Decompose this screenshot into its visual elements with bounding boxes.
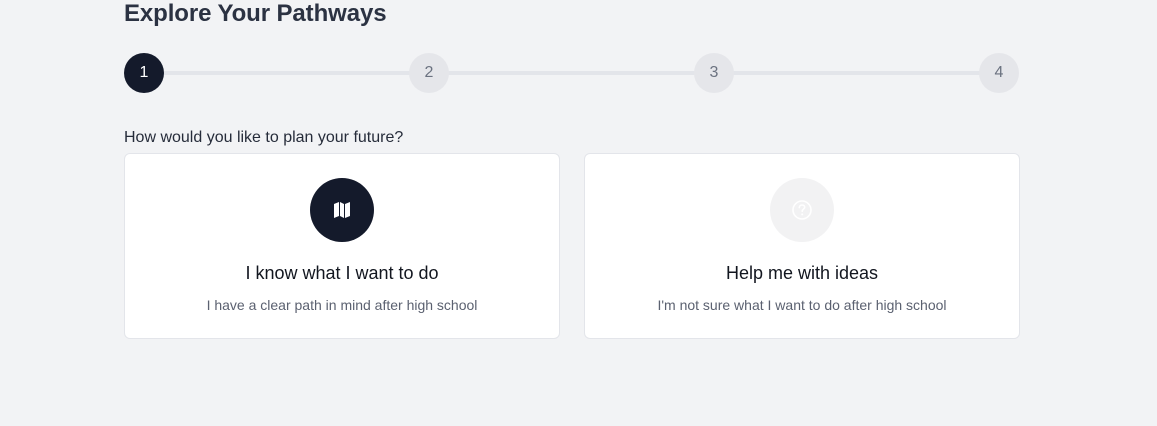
question-circle-icon <box>770 178 834 242</box>
option-title: I know what I want to do <box>245 263 439 283</box>
step-3[interactable]: 3 <box>694 53 734 93</box>
option-description: I'm not sure what I want to do after hig… <box>657 297 947 313</box>
step-1[interactable]: 1 <box>124 53 164 93</box>
step-2[interactable]: 2 <box>409 53 449 93</box>
pathways-page: Explore Your Pathways 1 2 3 4 How would … <box>0 0 1157 426</box>
option-card-know-what-to-do[interactable]: I know what I want to do I have a clear … <box>124 153 560 339</box>
page-title: Explore Your Pathways <box>124 0 387 27</box>
option-card-help-with-ideas[interactable]: Help me with ideas I'm not sure what I w… <box>584 153 1020 339</box>
step-4[interactable]: 4 <box>979 53 1019 93</box>
option-title: Help me with ideas <box>725 263 879 283</box>
option-description: I have a clear path in mind after high s… <box>206 297 478 313</box>
plan-question: How would you like to plan your future? <box>124 129 404 146</box>
progress-stepper: 1 2 3 4 <box>124 53 1019 93</box>
stepper-track <box>144 71 999 75</box>
map-icon <box>310 178 374 242</box>
